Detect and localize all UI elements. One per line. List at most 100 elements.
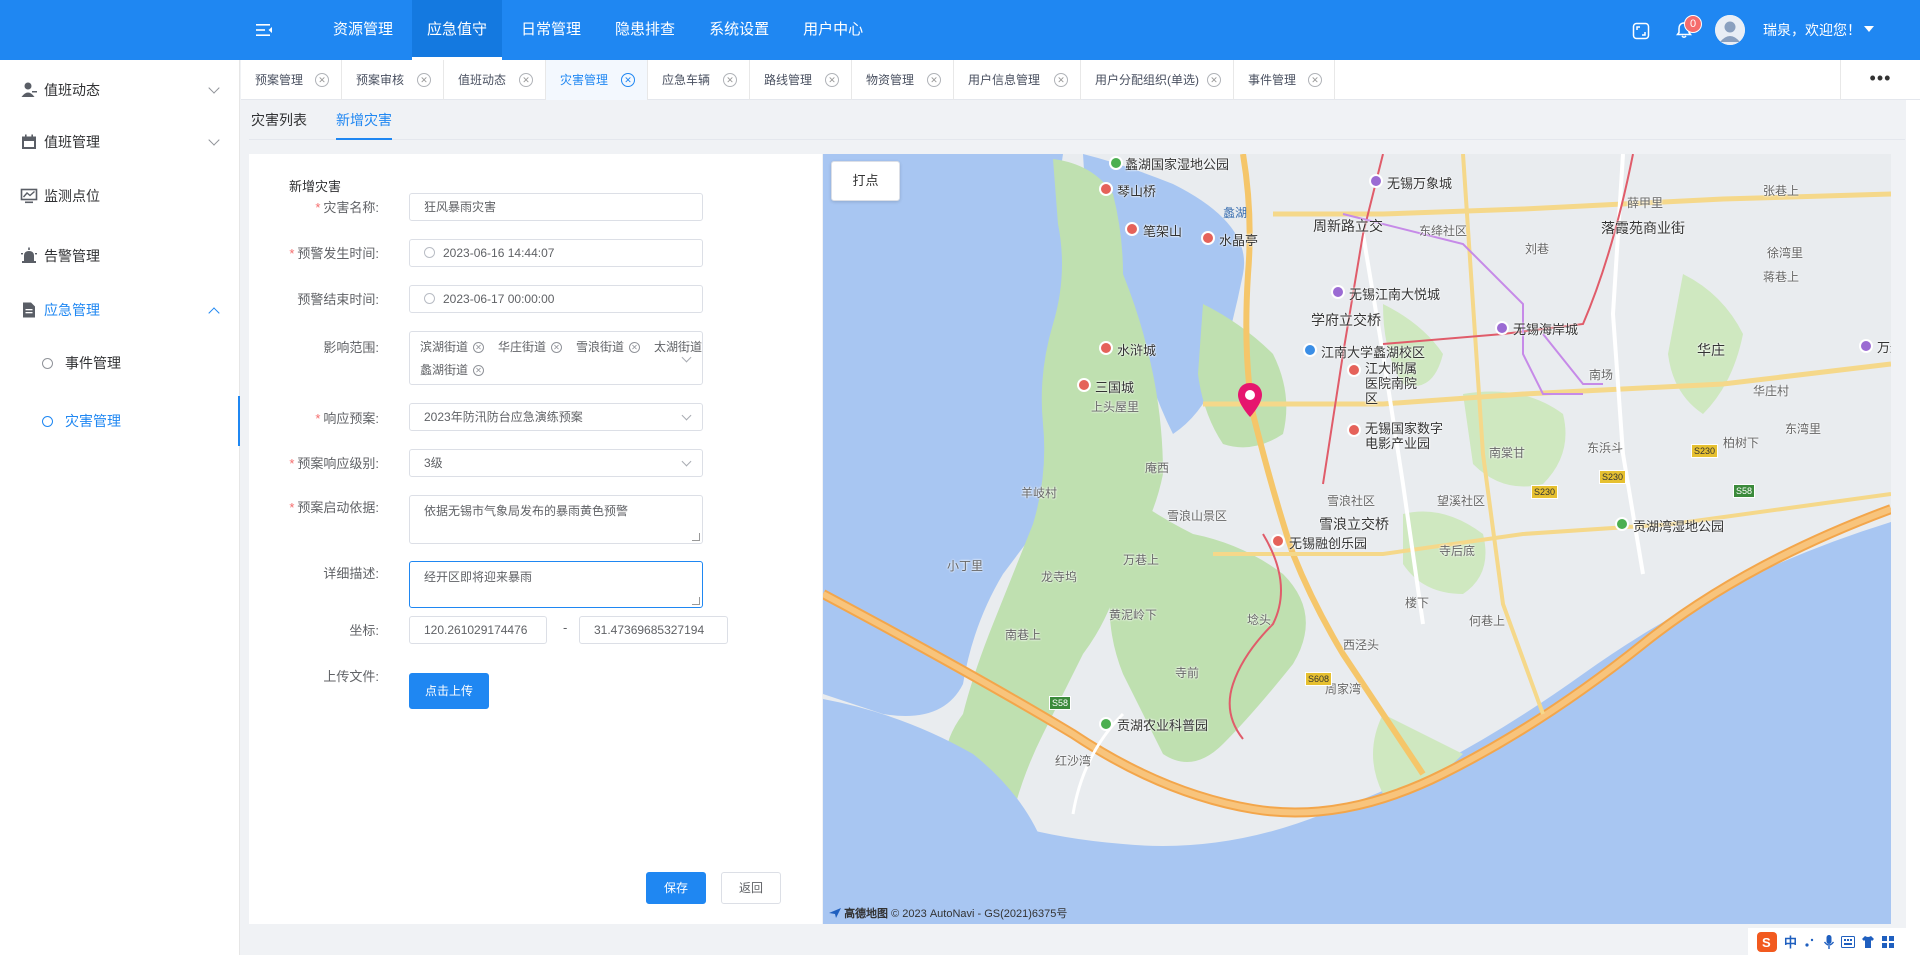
warning-start-picker[interactable]: 2023-06-16 14:44:07 <box>409 239 703 267</box>
tab-plan-management[interactable]: 预案管理 ✕ <box>241 60 342 100</box>
map-label: 黄泥岭下 <box>1109 608 1158 622</box>
nav-resource[interactable]: 资源管理 <box>318 0 408 60</box>
punctuation-icon[interactable] <box>1803 935 1817 949</box>
alarm-icon <box>21 247 37 263</box>
subtab-new-disaster[interactable]: 新增灾害 <box>336 101 392 140</box>
tab-user-org[interactable]: 用户分配组织(单选) ✕ <box>1081 60 1234 100</box>
sidebar-item-label: 监测点位 <box>44 188 100 204</box>
sidebar-subitem-disasters[interactable]: 灾害管理 <box>0 396 240 446</box>
tag-close-icon[interactable]: ✕ <box>629 342 641 353</box>
warning-end-picker[interactable]: 2023-06-17 00:00:00 <box>409 285 703 313</box>
scenic-icon <box>1271 534 1285 548</box>
disaster-name-input[interactable]: 狂风暴雨灾害 <box>409 193 703 221</box>
close-icon[interactable]: ✕ <box>1054 73 1068 87</box>
close-icon[interactable]: ✕ <box>1207 73 1221 87</box>
map-label: 东绛社区 <box>1419 224 1468 238</box>
tab-user-info[interactable]: 用户信息管理 ✕ <box>954 60 1081 100</box>
microphone-icon[interactable] <box>1823 934 1835 950</box>
close-icon[interactable]: ✕ <box>1308 73 1322 87</box>
map-label: 雪浪山景区 <box>1167 509 1228 523</box>
scope-multiselect[interactable]: 滨湖街道✕ 华庄街道✕ 雪浪街道✕ 太湖街道✕ 蠡湖街道✕ <box>409 331 703 385</box>
close-icon[interactable]: ✕ <box>621 73 635 87</box>
scenic-icon <box>1201 231 1215 245</box>
close-icon[interactable]: ✕ <box>825 73 839 87</box>
clock-icon <box>424 293 435 304</box>
menu-collapse-icon[interactable] <box>254 20 274 40</box>
sidebar: 值班动态 值班管理 监测点位 告警管理 应急管理 事件管理 灾害管理 <box>0 60 240 955</box>
welcome-text[interactable]: 瑞泉，欢迎您！ <box>1763 0 1861 60</box>
sidebar-item-emergency[interactable]: 应急管理 <box>0 282 240 338</box>
tabs-more-button[interactable]: ••• <box>1840 60 1920 100</box>
tab-label: 用户信息管理 <box>968 73 1041 87</box>
tag-close-icon[interactable]: ✕ <box>473 342 485 353</box>
response-plan-select[interactable]: 2023年防汛防台应急演练预案 <box>409 403 703 431</box>
nav-hazard[interactable]: 隐患排查 <box>600 0 690 60</box>
keyboard-icon[interactable] <box>1841 935 1856 948</box>
shirt-icon[interactable] <box>1861 935 1875 949</box>
map-label: 无锡国家数字电影产业园 <box>1365 421 1444 451</box>
map-label: 红沙湾 <box>1055 754 1092 768</box>
sogou-logo-icon[interactable]: S <box>1756 931 1778 953</box>
tab-route-management[interactable]: 路线管理 ✕ <box>750 60 852 100</box>
tab-label: 应急车辆 <box>662 73 711 87</box>
tab-event-management[interactable]: 事件管理 ✕ <box>1234 60 1335 100</box>
close-icon[interactable]: ✕ <box>417 73 431 87</box>
close-icon[interactable]: ✕ <box>927 73 941 87</box>
nav-system[interactable]: 系统设置 <box>694 0 784 60</box>
map-label: 无锡融创乐园 <box>1289 536 1368 551</box>
close-icon[interactable]: ✕ <box>519 73 533 87</box>
response-level-select[interactable]: 3级 <box>409 449 703 477</box>
map-label: 柏树下 <box>1723 436 1760 450</box>
sidebar-item-duty-status[interactable]: 值班动态 <box>0 62 240 118</box>
close-icon[interactable]: ✕ <box>315 73 329 87</box>
tab-plan-review[interactable]: 预案审核 ✕ <box>342 60 444 100</box>
scope-label: 影响范围: <box>323 340 379 355</box>
longitude-input[interactable]: 120.261029174476 <box>409 616 547 644</box>
tab-emergency-vehicles[interactable]: 应急车辆 ✕ <box>648 60 750 100</box>
map-label: 无锡海岸城 <box>1513 322 1579 337</box>
map-view[interactable]: 打点 蠡湖国家湿地公园 无锡万象城 琴山桥 蠡湖 笔架山 水晶亭 周新路立交 东… <box>823 154 1891 924</box>
sidebar-item-alarm[interactable]: 告警管理 <box>0 228 240 284</box>
location-pin-icon[interactable] <box>1236 382 1264 418</box>
subtab-disaster-list[interactable]: 灾害列表 <box>251 101 307 140</box>
map-label: 刘巷 <box>1525 242 1550 256</box>
user-dropdown-icon[interactable] <box>1864 26 1874 32</box>
sidebar-subitem-events[interactable]: 事件管理 <box>0 338 240 388</box>
save-button[interactable]: 保存 <box>646 872 706 904</box>
map-label: 无锡万象城 <box>1387 176 1453 191</box>
tag-close-icon[interactable]: ✕ <box>551 342 563 353</box>
fullscreen-icon[interactable] <box>1632 22 1650 40</box>
map-label: 无锡江南大悦城 <box>1349 287 1441 302</box>
start-basis-textarea[interactable]: 依据无锡市气象局发布的暴雨黄色预警 <box>409 495 703 544</box>
sidebar-item-label: 值班动态 <box>44 82 100 98</box>
avatar[interactable] <box>1715 15 1745 45</box>
amap-logo-icon <box>829 908 841 918</box>
road-sign: S230 <box>1599 470 1627 484</box>
mark-point-button[interactable]: 打点 <box>831 161 900 201</box>
nav-daily[interactable]: 日常管理 <box>506 0 596 60</box>
tab-supplies[interactable]: 物资管理 ✕ <box>852 60 954 100</box>
disaster-form: 新增灾害 * 灾害名称: 狂风暴雨灾害 * 预警发生时间: 2023-06-16 1… <box>249 154 822 924</box>
sidebar-item-monitoring[interactable]: 监测点位 <box>0 168 240 224</box>
tag-close-icon[interactable]: ✕ <box>473 365 485 376</box>
resize-handle-icon[interactable] <box>692 533 700 541</box>
nav-user-center[interactable]: 用户中心 <box>788 0 878 60</box>
tab-disaster-management[interactable]: 灾害管理 ✕ <box>546 60 648 100</box>
close-icon[interactable]: ✕ <box>723 73 737 87</box>
response-level-label: * 预案响应级别: <box>289 456 379 471</box>
nav-emergency-duty[interactable]: 应急值守 <box>412 0 503 60</box>
grid-icon[interactable] <box>1881 935 1895 949</box>
tab-duty-status[interactable]: 值班动态 ✕ <box>444 60 546 100</box>
ime-mode[interactable]: 中 <box>1784 932 1797 951</box>
upload-button[interactable]: 点击上传 <box>409 673 489 709</box>
map-label: 寺前 <box>1175 666 1200 680</box>
resize-handle-icon[interactable] <box>692 597 700 605</box>
latitude-input[interactable]: 31.47369685327194 <box>579 616 728 644</box>
sidebar-item-duty-management[interactable]: 值班管理 <box>0 114 240 170</box>
back-button[interactable]: 返回 <box>721 872 781 904</box>
map-label: 龙寺坞 <box>1041 570 1078 584</box>
map-label: 周新路立交 <box>1313 218 1383 234</box>
ime-toolbar[interactable]: S 中 <box>1748 928 1920 955</box>
top-nav: 资源管理 应急值守 日常管理 隐患排查 系统设置 用户中心 <box>318 0 882 60</box>
detail-textarea[interactable]: 经开区即将迎来暴雨 <box>409 561 703 608</box>
